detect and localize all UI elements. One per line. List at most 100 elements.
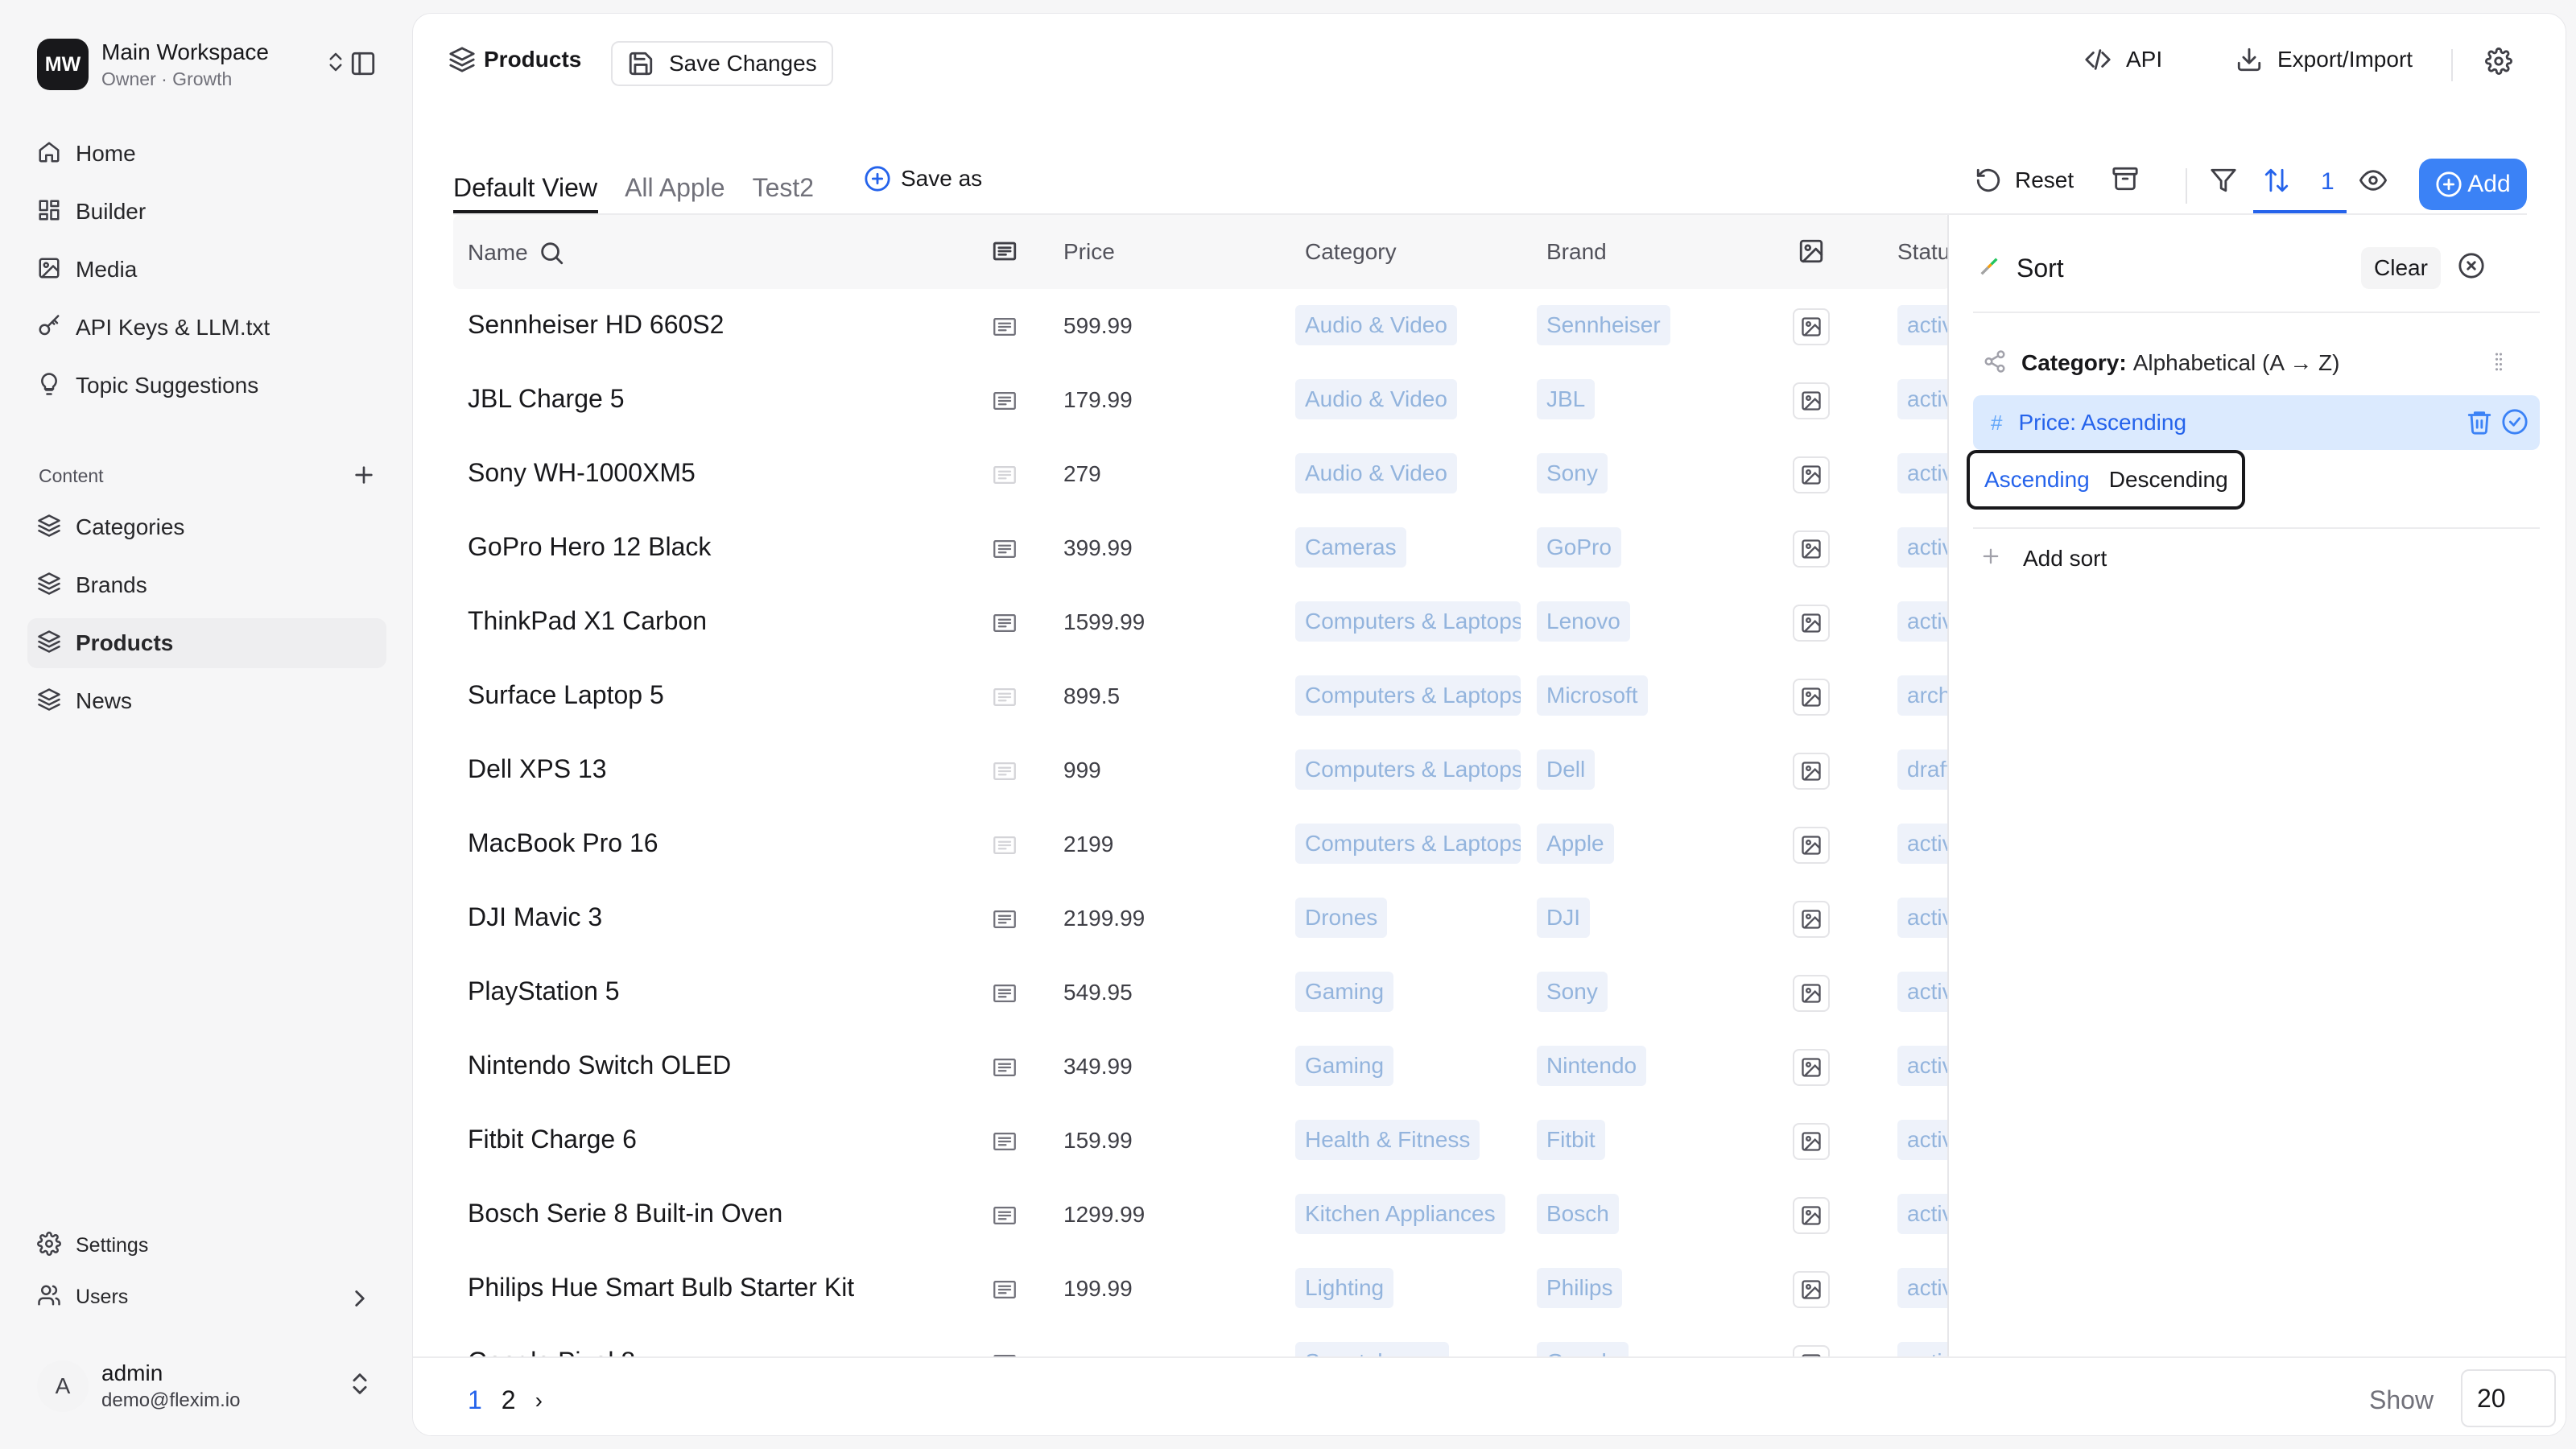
eye-icon[interactable] — [2359, 167, 2387, 194]
image-thumbnail-icon[interactable] — [1793, 605, 1830, 642]
nav-users[interactable]: Users — [27, 1272, 386, 1322]
table-row[interactable]: JBL Charge 5 179.99 Audio & Video JBL active — [453, 363, 1951, 437]
check-circle-icon[interactable] — [2501, 408, 2529, 436]
nav-topic-suggestions[interactable]: Topic Suggestions — [27, 361, 386, 411]
gear-icon[interactable] — [2485, 47, 2512, 75]
sort-rule-category[interactable]: Category: Alphabetical (A → Z) — [1973, 336, 2540, 390]
add-sort-button[interactable]: Add sort — [1979, 545, 2107, 572]
workspace-switcher[interactable]: MW Main Workspace Owner · Growth — [37, 37, 375, 92]
image-thumbnail-icon[interactable] — [1793, 1049, 1830, 1086]
table-row[interactable]: PlayStation 5 549.95 Gaming Sony active — [453, 956, 1951, 1030]
export-import-button[interactable]: Export/Import — [2235, 46, 2413, 73]
image-thumbnail-icon[interactable] — [1793, 753, 1830, 790]
page-size-input[interactable]: 20 — [2461, 1369, 2556, 1427]
nav-settings[interactable]: Settings — [27, 1220, 386, 1270]
column-header-brand[interactable]: Brand — [1546, 239, 1607, 265]
page-2-link[interactable]: 2 — [502, 1385, 516, 1415]
api-button[interactable]: API — [2084, 46, 2162, 73]
column-header-name[interactable]: Name — [468, 239, 565, 266]
sort-panel: Sort Clear Category: Alphabetical (A → Z… — [1947, 215, 2566, 1368]
table-row[interactable]: DJI Mavic 3 2199.99 Drones DJI active — [453, 881, 1951, 956]
image-thumbnail-icon[interactable] — [1793, 1123, 1830, 1160]
product-price: 2199.99 — [1063, 906, 1146, 931]
layers-icon — [37, 572, 64, 599]
description-icon[interactable] — [991, 758, 1018, 785]
category-tag: Computers & Laptops — [1295, 601, 1521, 642]
description-icon[interactable] — [991, 906, 1018, 933]
column-header-category[interactable]: Category — [1305, 239, 1397, 265]
nav-media[interactable]: Media — [27, 245, 386, 295]
tab-test2[interactable]: Test2 — [753, 173, 814, 203]
image-thumbnail-icon[interactable] — [1793, 1271, 1830, 1308]
table-row[interactable]: Surface Laptop 5 899.5 Computers & Laptops… — [453, 659, 1951, 733]
description-icon[interactable] — [991, 1202, 1018, 1229]
sort-icon[interactable] — [2263, 167, 2290, 194]
description-icon[interactable] — [991, 832, 1018, 859]
search-icon[interactable] — [538, 239, 565, 266]
nav-brands[interactable]: Brands — [27, 560, 386, 610]
nav-products[interactable]: Products — [27, 618, 386, 668]
table-row[interactable]: Nintendo Switch OLED 349.99 Gaming Nintendo… — [453, 1030, 1951, 1104]
save-as-button[interactable]: Save as — [864, 165, 982, 192]
description-icon[interactable] — [991, 1128, 1018, 1155]
image-thumbnail-icon[interactable] — [1793, 975, 1830, 1012]
plus-icon[interactable] — [351, 462, 378, 489]
direction-ascending-option[interactable]: Ascending — [1984, 467, 2090, 493]
tab-all-apple[interactable]: All Apple — [625, 173, 725, 203]
sort-rule-price[interactable]: # Price: Ascending — [1973, 395, 2540, 450]
table-row[interactable]: Dell XPS 13 999 Computers & Laptops Dell dra… — [453, 733, 1951, 807]
description-icon[interactable] — [991, 313, 1018, 341]
next-page-link[interactable]: › — [535, 1388, 543, 1414]
direction-descending-option[interactable]: Descending — [2109, 467, 2228, 493]
nav-api-keys[interactable]: API Keys & LLM.txt — [27, 303, 386, 353]
trash-icon[interactable] — [2466, 408, 2493, 436]
product-price: 349.99 — [1063, 1054, 1133, 1079]
table-row[interactable]: Sennheiser HD 660S2 599.99 Audio & Video Se… — [453, 289, 1951, 363]
description-icon[interactable] — [991, 609, 1018, 637]
image-thumbnail-icon[interactable] — [1793, 530, 1830, 568]
filter-icon[interactable] — [2210, 167, 2237, 194]
description-icon[interactable] — [991, 1276, 1018, 1303]
image-thumbnail-icon[interactable] — [1793, 1197, 1830, 1234]
image-thumbnail-icon[interactable] — [1793, 308, 1830, 345]
image-thumbnail-icon[interactable] — [1793, 382, 1830, 419]
user-menu[interactable]: A admin demo@flexim.io — [37, 1356, 375, 1417]
plus-circle-icon — [2435, 171, 2462, 198]
description-icon[interactable] — [991, 387, 1018, 415]
column-header-price[interactable]: Price — [1063, 239, 1115, 265]
save-changes-button[interactable]: Save Changes — [611, 41, 833, 86]
table-row[interactable]: GoPro Hero 12 Black 399.99 Cameras GoPro act… — [453, 511, 1951, 585]
table-row[interactable]: Bosch Serie 8 Built-in Oven 1299.99 Kitche… — [453, 1178, 1951, 1252]
product-name: ThinkPad X1 Carbon — [468, 606, 708, 635]
sidebar-toggle-icon[interactable] — [349, 50, 377, 77]
chevron-right-icon[interactable] — [346, 1285, 374, 1312]
nav-builder[interactable]: Builder — [27, 187, 386, 237]
table-row[interactable]: Sony WH-1000XM5 279 Audio & Video Sony activ… — [453, 437, 1951, 511]
description-icon[interactable] — [991, 535, 1018, 563]
nav-news[interactable]: News — [27, 676, 386, 726]
table-row[interactable]: Philips Hue Smart Bulb Starter Kit 199.99… — [453, 1252, 1951, 1326]
table-row[interactable]: MacBook Pro 16 2199 Computers & Laptops App… — [453, 807, 1951, 881]
image-thumbnail-icon[interactable] — [1793, 901, 1830, 938]
archive-icon[interactable] — [2112, 165, 2139, 192]
column-header-status[interactable]: Status — [1897, 239, 1951, 265]
nav-categories[interactable]: Categories — [27, 502, 386, 552]
page-1-link[interactable]: 1 — [468, 1385, 482, 1415]
drag-handle-icon[interactable] — [2487, 350, 2514, 378]
reset-button[interactable]: Reset — [1975, 167, 2074, 194]
description-icon[interactable] — [991, 1054, 1018, 1081]
tab-default-view[interactable]: Default View — [453, 173, 597, 203]
close-circle-icon[interactable] — [2458, 252, 2485, 279]
description-icon[interactable] — [991, 683, 1018, 711]
image-thumbnail-icon[interactable] — [1793, 456, 1830, 493]
description-icon[interactable] — [991, 980, 1018, 1007]
add-button[interactable]: Add — [2419, 159, 2527, 210]
clear-sort-button[interactable]: Clear — [2361, 247, 2441, 289]
table-row[interactable]: Fitbit Charge 6 159.99 Health & Fitness Fit… — [453, 1104, 1951, 1178]
nav-home[interactable]: Home — [27, 129, 386, 179]
image-thumbnail-icon[interactable] — [1793, 827, 1830, 864]
image-thumbnail-icon[interactable] — [1793, 679, 1830, 716]
api-label: API — [2126, 47, 2163, 72]
description-icon[interactable] — [991, 461, 1018, 489]
table-row[interactable]: ThinkPad X1 Carbon 1599.99 Computers & Lap… — [453, 585, 1951, 659]
